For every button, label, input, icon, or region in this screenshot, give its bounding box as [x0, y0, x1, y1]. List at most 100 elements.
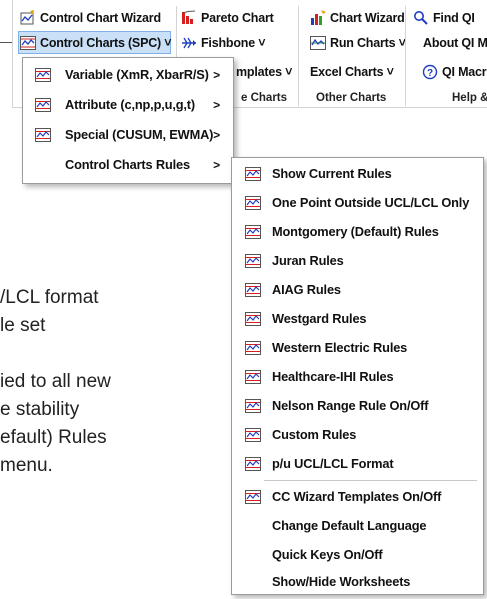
control-charts-spc-button[interactable]: Control Charts (SPC) ˅: [20, 32, 172, 54]
group-label-charts: e Charts: [241, 92, 288, 104]
control-chart-wizard-label: Control Chart Wizard: [40, 11, 161, 25]
templates-label: mplates ˅: [236, 65, 293, 79]
menu-item-show-current-rules[interactable]: Show Current Rules: [235, 160, 480, 187]
menu-item-healthcare-ihi-rules[interactable]: Healthcare-IHI Rules: [235, 363, 480, 390]
menu-item-one-point-outside[interactable]: One Point Outside UCL/LCL Only: [235, 189, 480, 216]
run-charts-button[interactable]: Run Charts ˅: [310, 32, 406, 54]
control-charts-spc-label: Control Charts (SPC) ˅: [40, 36, 172, 50]
control-charts-rules-menu: Show Current Rules One Point Outside UCL…: [231, 157, 484, 595]
menu-separator: [264, 480, 477, 481]
menu-item-label: p/u UCL/LCL Format: [272, 456, 394, 471]
control-chart-icon: [245, 398, 263, 414]
menu-item-aiag-rules[interactable]: AIAG Rules: [235, 276, 480, 303]
ribbon-left-border: [12, 0, 13, 108]
menu-item-label: AIAG Rules: [272, 282, 341, 297]
menu-item-label: Control Charts Rules: [65, 157, 190, 172]
control-chart-icon: [245, 369, 263, 385]
run-chart-icon: [310, 35, 326, 51]
menu-item-montgomery-rules[interactable]: Montgomery (Default) Rules: [235, 218, 480, 245]
control-chart-icon: [245, 282, 263, 298]
control-chart-icon: [245, 224, 263, 240]
menu-item-western-electric-rules[interactable]: Western Electric Rules: [235, 334, 480, 361]
menu-item-label: Custom Rules: [272, 427, 357, 442]
menu-item-cc-wizard-templates[interactable]: CC Wizard Templates On/Off: [235, 483, 480, 510]
menu-item-change-default-language[interactable]: Change Default Language: [235, 512, 480, 539]
menu-item-westgard-rules[interactable]: Westgard Rules: [235, 305, 480, 332]
control-chart-icon: [245, 456, 263, 472]
menu-item-variable[interactable]: Variable (XmR, XbarR/S) >: [26, 61, 230, 88]
menu-item-label: Juran Rules: [272, 253, 344, 268]
ribbon-edge-stub: [0, 42, 12, 43]
menu-item-label: One Point Outside UCL/LCL Only: [272, 195, 470, 210]
menu-item-label: Nelson Range Rule On/Off: [272, 398, 429, 413]
find-qi-button[interactable]: Find QI: [413, 7, 475, 29]
submenu-arrow-icon: >: [213, 157, 220, 172]
menu-item-label: Special (CUSUM, EWMA): [65, 127, 214, 142]
qi-macros-help-label: QI Macr: [442, 65, 487, 79]
control-chart-icon: [245, 166, 263, 182]
ribbon-separator: [298, 6, 299, 106]
menu-item-show-hide-worksheets[interactable]: Show/Hide Worksheets: [235, 568, 480, 595]
menu-item-label: Western Electric Rules: [272, 340, 408, 355]
control-chart-icon: [245, 195, 263, 211]
submenu-arrow-icon: >: [213, 127, 220, 142]
templates-button[interactable]: mplates ˅: [236, 61, 292, 83]
menu-item-label: Quick Keys On/Off: [272, 547, 383, 562]
control-chart-icon: [20, 35, 36, 51]
control-chart-wizard-button[interactable]: Control Chart Wizard: [20, 7, 161, 29]
menu-item-label: Montgomery (Default) Rules: [272, 224, 439, 239]
menu-item-custom-rules[interactable]: Custom Rules: [235, 421, 480, 448]
control-chart-icon: [35, 67, 53, 83]
pareto-chart-label: Pareto Chart: [201, 11, 274, 25]
menu-item-label: Variable (XmR, XbarR/S): [65, 67, 209, 82]
bg-line: /LCL format: [0, 287, 99, 308]
bg-line: le set: [0, 315, 46, 336]
chart-wizard-label: Chart Wizard: [330, 11, 405, 25]
background-document-text: /LCL format le set ied to all new e stab…: [0, 284, 111, 480]
control-chart-icon: [245, 427, 263, 443]
bg-line-blank: [0, 340, 111, 368]
fishbone-label: Fishbone ˅: [201, 36, 266, 50]
menu-item-control-charts-rules[interactable]: Control Charts Rules >: [26, 151, 230, 178]
chart-wizard-button[interactable]: Chart Wizard: [310, 7, 405, 29]
menu-item-quick-keys[interactable]: Quick Keys On/Off: [235, 541, 480, 568]
svg-text:?: ?: [427, 68, 433, 79]
group-label-other-charts: Other Charts: [316, 92, 387, 104]
menu-item-attribute[interactable]: Attribute (c,np,p,u,g,t) >: [26, 91, 230, 118]
group-label-help: Help &: [452, 92, 487, 104]
control-chart-icon: [245, 489, 263, 505]
search-icon: [413, 10, 429, 26]
control-charts-dropdown-menu: Variable (XmR, XbarR/S) > Attribute (c,n…: [22, 57, 234, 184]
about-qi-button[interactable]: About QI M: [423, 32, 487, 54]
control-chart-icon: [35, 127, 53, 143]
run-charts-label: Run Charts ˅: [330, 36, 406, 50]
menu-item-label: Show/Hide Worksheets: [272, 574, 411, 589]
fishbone-icon: [181, 35, 197, 51]
menu-item-label: Attribute (c,np,p,u,g,t): [65, 97, 196, 112]
control-chart-icon: [245, 340, 263, 356]
menu-item-label: CC Wizard Templates On/Off: [272, 489, 442, 504]
menu-item-juran-rules[interactable]: Juran Rules: [235, 247, 480, 274]
control-chart-icon: [35, 97, 53, 113]
menu-item-nelson-range-rule[interactable]: Nelson Range Rule On/Off: [235, 392, 480, 419]
menu-item-label: Westgard Rules: [272, 311, 367, 326]
fishbone-button[interactable]: Fishbone ˅: [181, 32, 266, 54]
pareto-chart-button[interactable]: Pareto Chart: [181, 7, 274, 29]
excel-charts-label: Excel Charts ˅: [310, 65, 394, 79]
menu-item-pu-ucl-lcl-format[interactable]: p/u UCL/LCL Format: [235, 450, 480, 477]
chart-wizard-icon: [310, 10, 326, 26]
bg-line: ied to all new: [0, 371, 111, 392]
bg-line: e stability: [0, 399, 80, 420]
control-chart-icon: [245, 253, 263, 269]
ribbon-separator: [405, 6, 406, 106]
submenu-arrow-icon: >: [213, 67, 220, 82]
bg-line: menu.: [0, 455, 53, 476]
menu-item-special[interactable]: Special (CUSUM, EWMA) >: [26, 121, 230, 148]
qi-macros-help-button[interactable]: ? QI Macr: [422, 61, 487, 83]
find-qi-label: Find QI: [433, 11, 475, 25]
pareto-chart-icon: [181, 10, 197, 26]
about-qi-label: About QI M: [423, 36, 487, 50]
submenu-arrow-icon: >: [213, 97, 220, 112]
excel-charts-button[interactable]: Excel Charts ˅: [310, 61, 394, 83]
menu-item-label: Healthcare-IHI Rules: [272, 369, 394, 384]
